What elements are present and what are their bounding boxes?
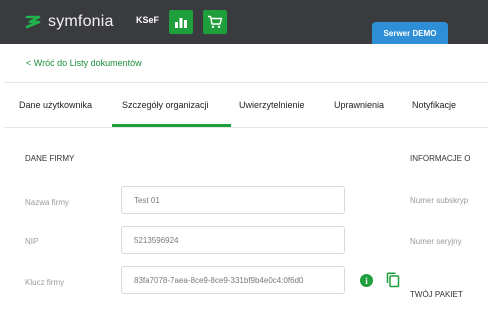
settings-tabs: Dane użytkownika Szczegóły organizacji U… (4, 83, 488, 127)
company-key-label: Klucz firmy (25, 278, 65, 287)
back-to-document-list-link[interactable]: < Wróć do Listy dokumentów (26, 58, 142, 68)
copy-icon[interactable] (386, 272, 400, 288)
company-key-field[interactable]: 83fa7078-7aea-8ce9-8ce9-331bf9b4e0c4:0f6… (121, 266, 345, 294)
bar-chart-icon (175, 18, 187, 28)
info-icon[interactable]: i (360, 274, 373, 287)
company-name-field[interactable]: Test 01 (121, 186, 345, 214)
server-demo-tab[interactable]: Serwer DEMO (372, 22, 448, 44)
cart-icon (208, 15, 223, 28)
tab-permissions[interactable]: Uprawnienia (334, 100, 384, 110)
top-bar: symfonia KSeF Serwer DEMO (0, 0, 488, 44)
organization-details-page: < Wróć do Listy dokumentów Dane użytkown… (4, 44, 488, 314)
nip-label: NIP (25, 237, 39, 246)
cart-button[interactable] (203, 10, 227, 34)
serial-number-label: Numer seryjny (410, 237, 462, 246)
subscription-number-label: Numer subskryp (410, 196, 469, 205)
nip-field[interactable]: 5213596924 (121, 226, 345, 254)
tab-authentication[interactable]: Uwierzytelnienie (239, 100, 305, 110)
info-section-title: INFORMACJE O (410, 154, 471, 163)
logo-text: symfonia (48, 13, 114, 30)
tab-notifications[interactable]: Notyfikacje (412, 100, 456, 110)
tab-user-data[interactable]: Dane użytkownika (19, 100, 92, 110)
module-label: KSeF (136, 15, 160, 25)
symfonia-logo[interactable]: symfonia (24, 12, 114, 32)
statistics-button[interactable] (169, 10, 193, 34)
tab-organization-details[interactable]: Szczegóły organizacji (122, 100, 209, 110)
symfonia-logo-icon (25, 15, 41, 29)
divider (4, 127, 488, 128)
company-data-title: DANE FIRMY (25, 154, 75, 163)
package-title: TWÓJ PAKIET (410, 290, 463, 299)
company-name-label: Nazwa firmy (25, 198, 70, 207)
